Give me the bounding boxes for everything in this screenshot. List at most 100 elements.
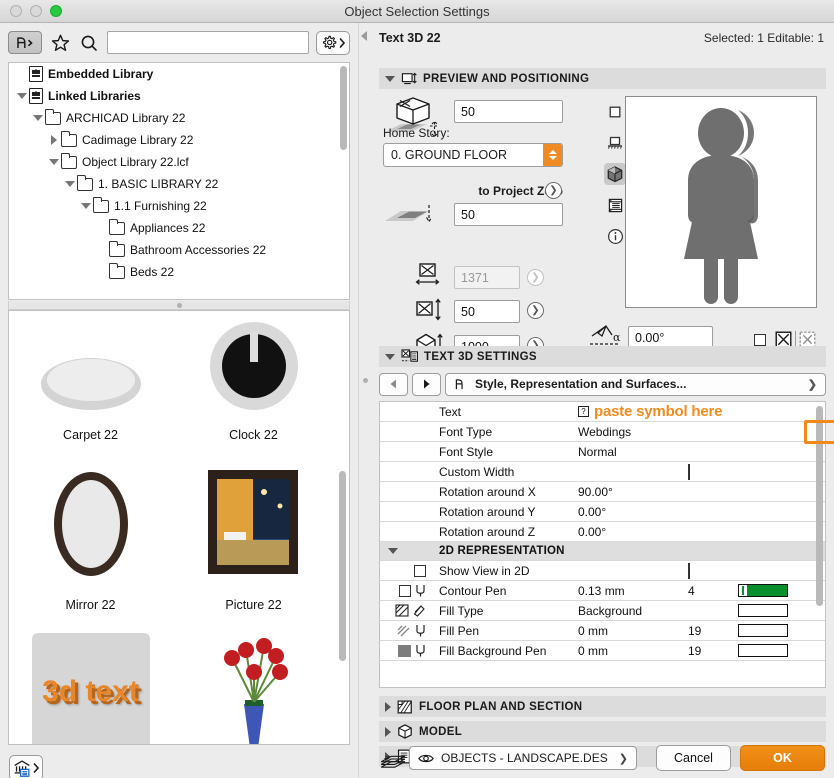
object-preview[interactable] bbox=[625, 96, 817, 308]
previous-page-button[interactable] bbox=[379, 372, 408, 396]
parameter-pen-number[interactable]: 4 bbox=[688, 584, 738, 598]
parameter-row[interactable]: Font Type Webdings bbox=[380, 422, 825, 442]
library-manager-button[interactable] bbox=[9, 755, 43, 778]
value-checkbox[interactable] bbox=[688, 562, 690, 579]
view-mode-elevation[interactable] bbox=[604, 132, 626, 154]
view-mode-3d[interactable] bbox=[604, 163, 626, 185]
thumbnail-item[interactable]: 3d textText 3D 22 bbox=[9, 617, 172, 744]
chevron-down-icon[interactable] bbox=[63, 177, 77, 191]
parameter-value[interactable]: ? paste symbol here bbox=[578, 403, 768, 420]
depth-chevron-icon[interactable]: ❯ bbox=[527, 302, 544, 319]
parameter-value[interactable]: 0.13 mm bbox=[578, 584, 688, 598]
chevron-down-icon[interactable] bbox=[47, 155, 61, 169]
parameter-checkbox-cell[interactable] bbox=[688, 562, 738, 579]
tree-item[interactable]: 1. BASIC LIBRARY 22 bbox=[9, 173, 349, 195]
layer-select[interactable]: OBJECTS - LANDSCAPE.DES ❯ bbox=[409, 746, 637, 770]
ok-button[interactable]: OK bbox=[740, 745, 825, 771]
parameter-value[interactable]: Background bbox=[578, 604, 688, 618]
thumbnail-item[interactable]: Clock 22 bbox=[172, 311, 335, 447]
list-scrollbar[interactable] bbox=[816, 406, 823, 606]
color-swatch[interactable] bbox=[738, 644, 788, 657]
value-checkbox[interactable] bbox=[688, 463, 690, 480]
parameter-row[interactable]: Fill Background Pen 0 mm 19 bbox=[380, 641, 825, 661]
tree-item[interactable]: Object Library 22.lcf bbox=[9, 151, 349, 173]
thumbnail-item[interactable]: Picture 22 bbox=[172, 447, 335, 617]
chevron-down-icon[interactable] bbox=[388, 548, 398, 554]
settings-page-select[interactable]: Style, Representation and Surfaces... ❯ bbox=[445, 372, 826, 396]
view-mode-info[interactable] bbox=[604, 225, 626, 247]
section-floor-plan-and-section[interactable]: FLOOR PLAN AND SECTION bbox=[379, 696, 826, 717]
tree-item[interactable]: Bathroom Accessories 22 bbox=[9, 239, 349, 261]
parameter-row[interactable]: Fill Type Background bbox=[380, 601, 825, 621]
tree-item[interactable]: Beds 22 bbox=[9, 261, 349, 283]
tree-item[interactable]: Cadimage Library 22 bbox=[9, 129, 349, 151]
parameter-value[interactable]: 0.00° bbox=[578, 505, 688, 519]
color-swatch[interactable] bbox=[738, 624, 788, 637]
to-project-zero-chevron-icon[interactable]: ❯ bbox=[545, 182, 562, 199]
parameter-row[interactable]: Font Style Normal bbox=[380, 442, 825, 462]
home-story-select[interactable]: 0. GROUND FLOOR bbox=[383, 143, 563, 167]
chevron-down-icon[interactable] bbox=[15, 89, 29, 103]
chevron-right-icon[interactable] bbox=[47, 133, 61, 147]
parameter-value[interactable]: 0 mm bbox=[578, 624, 688, 638]
parameter-row[interactable]: Rotation around Y 0.00° bbox=[380, 502, 825, 522]
preview-view-mode-strip[interactable] bbox=[604, 101, 626, 247]
view-mode-list[interactable] bbox=[604, 194, 626, 216]
color-swatch[interactable] bbox=[738, 604, 788, 617]
parameter-swatch-cell[interactable] bbox=[738, 584, 825, 597]
parameter-row[interactable]: Contour Pen 0.13 mm 4 bbox=[380, 581, 825, 601]
parameter-row[interactable]: Text? paste symbol here bbox=[380, 402, 825, 422]
settings-parameter-list[interactable]: Text? paste symbol here Font Type Webdings F… bbox=[379, 401, 826, 688]
row-checkbox[interactable] bbox=[399, 584, 411, 597]
section-text-3d-settings[interactable]: TEXT 3D SETTINGS bbox=[379, 346, 826, 367]
parameter-checkbox-cell[interactable] bbox=[688, 463, 738, 480]
mirror-checkbox[interactable] bbox=[754, 334, 766, 346]
grid-scrollbar[interactable] bbox=[339, 471, 346, 661]
view-mode-2d-symbol[interactable] bbox=[604, 101, 626, 123]
parameter-row[interactable]: Rotation around X 90.00° bbox=[380, 482, 825, 502]
search-button[interactable] bbox=[78, 32, 100, 54]
parameter-value[interactable]: 0 mm bbox=[578, 644, 688, 658]
parameter-row[interactable]: Custom Width bbox=[380, 462, 825, 482]
object-thumbnail-grid[interactable]: Carpet 22 Clock 22 Mirror 22 Picture 22 3d t… bbox=[8, 310, 350, 745]
parameter-row[interactable]: Rotation around Z 0.00° bbox=[380, 522, 825, 542]
thumbnail-item[interactable]: Mirror 22 bbox=[9, 447, 172, 617]
thumbnail-item[interactable]: Vase 22 bbox=[172, 617, 335, 744]
chevron-down-icon[interactable] bbox=[79, 199, 93, 213]
layers-icon[interactable] bbox=[379, 749, 407, 769]
pane-splitter[interactable] bbox=[358, 23, 371, 778]
search-input[interactable] bbox=[107, 31, 309, 54]
tree-item[interactable]: ARCHICAD Library 22 bbox=[9, 107, 349, 129]
parameter-value[interactable]: Webdings bbox=[578, 425, 688, 439]
library-tree[interactable]: Embedded Library Linked Libraries ARCHICAD… bbox=[8, 62, 350, 300]
tree-item[interactable]: Linked Libraries bbox=[9, 85, 349, 107]
home-story-stepper[interactable] bbox=[543, 144, 562, 166]
horizontal-splitter[interactable] bbox=[8, 301, 350, 310]
tree-item[interactable]: 1.1 Furnishing 22 bbox=[9, 195, 349, 217]
tree-scrollbar[interactable] bbox=[340, 66, 347, 150]
collapse-pane-arrow[interactable] bbox=[361, 31, 367, 41]
parameter-swatch-cell[interactable] bbox=[738, 644, 825, 657]
parameter-row[interactable]: Show View in 2D bbox=[380, 561, 825, 581]
parameter-swatch-cell[interactable] bbox=[738, 604, 825, 617]
chevron-down-icon[interactable] bbox=[31, 111, 45, 125]
parameter-swatch-cell[interactable] bbox=[738, 624, 825, 637]
cancel-button[interactable]: Cancel bbox=[656, 745, 731, 771]
parameter-value[interactable]: 90.00° bbox=[578, 485, 688, 499]
parameter-value[interactable]: Normal bbox=[578, 445, 688, 459]
parameter-row[interactable]: Fill Pen 0 mm 19 bbox=[380, 621, 825, 641]
thumbnail-item[interactable]: Carpet 22 bbox=[9, 311, 172, 447]
parameter-pen-number[interactable]: 19 bbox=[688, 624, 738, 638]
elevation-to-home-story-input[interactable]: 50 bbox=[454, 100, 563, 123]
parameter-group-row[interactable]: 2D REPRESENTATION bbox=[380, 542, 825, 561]
elevation-to-project-zero-input[interactable]: 50 bbox=[454, 203, 563, 226]
next-page-button[interactable] bbox=[412, 372, 441, 396]
parameter-value[interactable]: 0.00° bbox=[578, 525, 688, 539]
color-swatch[interactable] bbox=[738, 584, 788, 597]
depth-input[interactable]: 50 bbox=[454, 300, 520, 323]
tree-item[interactable]: Appliances 22 bbox=[9, 217, 349, 239]
object-type-button[interactable] bbox=[8, 31, 42, 54]
favorites-button[interactable] bbox=[49, 32, 71, 54]
section-preview-and-positioning[interactable]: PREVIEW AND POSITIONING bbox=[379, 68, 826, 89]
parameter-pen-number[interactable]: 19 bbox=[688, 644, 738, 658]
